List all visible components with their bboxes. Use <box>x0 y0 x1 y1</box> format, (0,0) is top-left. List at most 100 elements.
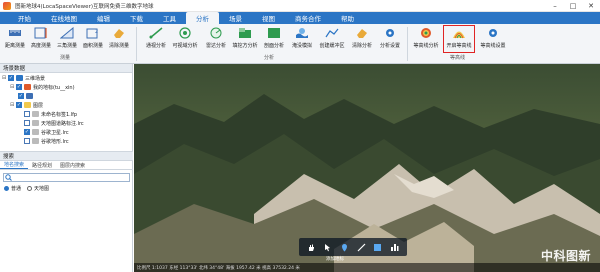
analysis-group-label: 分析 <box>264 55 275 61</box>
measure-group-label: 测量 <box>60 55 71 61</box>
scene-panel-header: 场景数据 <box>0 64 132 73</box>
clear-measure-button[interactable]: 清除测量 <box>108 26 130 52</box>
eraser-icon <box>112 26 127 40</box>
tab-download[interactable]: 下载 <box>120 12 153 24</box>
tree-item[interactable]: 未命名标签1.lfp <box>24 110 77 118</box>
placemark-folder-icon <box>24 84 31 90</box>
cut-fill-button[interactable]: 填挖方分析 <box>232 26 258 52</box>
tab-view[interactable]: 视图 <box>252 12 285 24</box>
distance-measure-button[interactable]: 距离测量 <box>4 26 26 52</box>
window-controls: – □ ✕ <box>546 0 600 12</box>
flood-simulation-button[interactable]: 淹没模拟 <box>290 26 314 52</box>
tab-analysis[interactable]: 分析 <box>186 12 219 24</box>
triangle-measure-button[interactable]: 三角测量 <box>56 26 78 52</box>
add-placemark-label: 添加地标 <box>326 257 344 262</box>
contour-analysis-button[interactable]: 等高线分析 <box>412 26 440 52</box>
analysis-settings-button[interactable]: 分析设置 <box>378 26 402 52</box>
title-bar: 图新地球4(LocaSpaceViewer)互联网免费三维数字地球 – □ ✕ <box>0 0 600 12</box>
close-button[interactable]: ✕ <box>582 0 600 12</box>
file-icon <box>32 111 39 117</box>
tab-online-map[interactable]: 在线地图 <box>41 12 87 24</box>
tree-item[interactable]: ✓ 谷歌卫星.lrc <box>24 128 69 136</box>
search-panel: 搜索 地名搜索 路径规划 图层内搜索 普通 天地图 <box>0 151 133 272</box>
buffer-icon <box>325 26 340 40</box>
area-measure-button[interactable]: 2 面积测量 <box>82 26 104 52</box>
height-measure-button[interactable]: 高度测量 <box>30 26 52 52</box>
placemark-icon[interactable] <box>340 242 350 252</box>
window-title: 图新地球4(LocaSpaceViewer)互联网免费三维数字地球 <box>15 3 154 10</box>
menu-bar: 开始 在线地图 编辑 下载 工具 分析 场景 视图 商务合作 帮助 <box>0 12 600 24</box>
tree-item[interactable]: ✓ <box>18 92 35 100</box>
checkbox[interactable]: ✓ <box>24 129 30 135</box>
cut-fill-icon <box>238 26 253 40</box>
hand-pan-icon[interactable] <box>306 242 316 252</box>
checkbox[interactable] <box>24 138 30 144</box>
contour-icon <box>419 26 434 40</box>
ribbon-divider <box>136 27 137 61</box>
tab-business[interactable]: 商务合作 <box>285 12 331 24</box>
status-bar: 比例尺 1:1037 东经 113°33' 北纬 34°48' 海拔 1957.… <box>134 263 600 272</box>
tab-edit[interactable]: 编辑 <box>87 12 120 24</box>
chart-icon[interactable] <box>390 242 400 252</box>
analysis-settings-icon <box>383 26 398 40</box>
radio-tianditu[interactable] <box>27 186 33 191</box>
polyline-icon[interactable] <box>356 242 366 252</box>
checkbox[interactable]: ✓ <box>18 93 24 99</box>
left-panel: 场景数据 ⊟ ✓ 三维场景 ⊟ ✓ 我的地标(tu__xin) ✓ ⊟ ✓ 图层 <box>0 64 133 272</box>
viewshed-icon <box>178 26 193 40</box>
line-of-sight-button[interactable]: 通视分析 <box>144 26 168 52</box>
checkbox[interactable]: ✓ <box>8 75 14 81</box>
select-arrow-icon[interactable] <box>323 242 333 252</box>
contour-group-label: 等高线 <box>450 55 466 61</box>
tree-item[interactable]: ⊟ ✓ 图层 <box>10 101 43 109</box>
triangle-icon <box>60 26 75 40</box>
checkbox[interactable]: ✓ <box>16 84 22 90</box>
search-panel-header: 搜索 <box>0 152 133 161</box>
checkbox[interactable] <box>24 120 30 126</box>
radar-analysis-button[interactable]: 雷达分析 <box>204 26 228 52</box>
file-icon <box>32 138 39 144</box>
tab-tools[interactable]: 工具 <box>153 12 186 24</box>
tree-item[interactable]: 天地图道路标注.lrc <box>24 119 84 127</box>
area-icon: 2 <box>86 26 101 40</box>
globe-icon <box>16 75 23 81</box>
search-tabs: 地名搜索 路径规划 图层内搜索 <box>0 161 133 170</box>
flood-icon <box>295 26 310 40</box>
tab-route-planning[interactable]: 路径规划 <box>28 161 56 169</box>
height-icon <box>34 26 49 40</box>
tab-layer-search[interactable]: 图层内搜索 <box>56 161 89 169</box>
search-source-options: 普通 天地图 <box>0 185 133 192</box>
ruler-icon <box>8 26 23 40</box>
ribbon-divider <box>407 27 408 61</box>
tree-item[interactable]: ⊟ ✓ 我的地标(tu__xin) <box>10 83 75 91</box>
maximize-button[interactable]: □ <box>564 0 582 12</box>
line-of-sight-icon <box>149 26 164 40</box>
search-icon <box>4 174 13 181</box>
radio-normal[interactable] <box>4 186 9 191</box>
create-buffer-button[interactable]: 创建缓冲区 <box>318 26 346 52</box>
viewshed-button[interactable]: 可视域分析 <box>172 26 198 52</box>
contour-settings-icon <box>486 26 501 40</box>
radar-icon <box>209 26 224 40</box>
tab-place-search[interactable]: 地名搜索 <box>0 161 29 169</box>
clear-analysis-button[interactable]: 清除分析 <box>350 26 374 52</box>
minimize-button[interactable]: – <box>546 0 564 12</box>
map-view[interactable]: 添加地标 <box>134 64 600 272</box>
tab-help[interactable]: 帮助 <box>331 12 364 24</box>
polygon-icon[interactable] <box>373 242 383 252</box>
profile-analysis-button[interactable]: 剖面分析 <box>262 26 286 52</box>
active-tool-highlight <box>443 25 475 53</box>
clear-analysis-icon <box>355 26 370 40</box>
profile-icon <box>267 26 282 40</box>
brand-watermark: 中科图新 <box>541 249 592 263</box>
tree-item[interactable]: 谷歌地形.lrc <box>24 137 69 145</box>
tab-start[interactable]: 开始 <box>8 12 41 24</box>
ribbon: 距离测量 高度测量 三角测量 2 面积测量 清除测量 测量 通视分析 可视域分析… <box>0 24 600 64</box>
checkbox[interactable] <box>24 111 30 117</box>
search-input[interactable] <box>3 173 130 182</box>
checkbox[interactable]: ✓ <box>16 102 22 108</box>
app-logo-icon <box>3 1 11 10</box>
tree-item[interactable]: ⊟ ✓ 三维场景 <box>2 74 45 82</box>
contour-settings-button[interactable]: 等高线设置 <box>478 26 508 52</box>
tab-scene[interactable]: 场景 <box>219 12 252 24</box>
